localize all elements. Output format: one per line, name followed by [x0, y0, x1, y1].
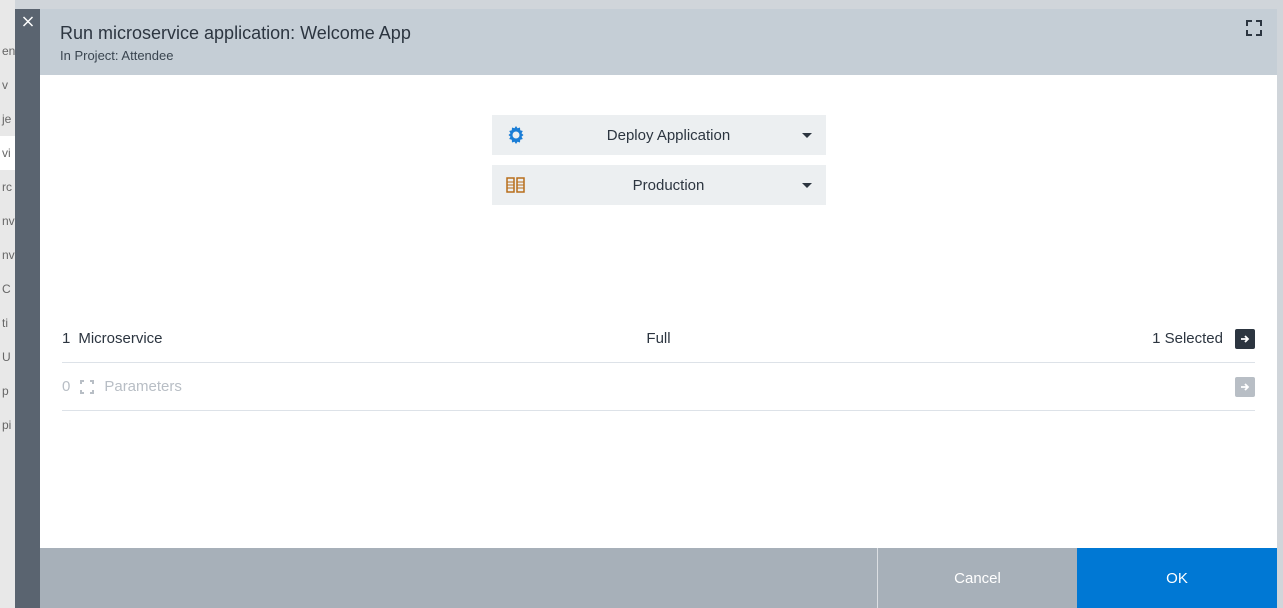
bg-nav-item: U [0, 340, 15, 374]
gear-icon [506, 125, 526, 145]
bg-nav-item: vi [0, 136, 15, 170]
bg-nav-item: rc [0, 170, 15, 204]
close-button[interactable] [22, 15, 33, 29]
background-sidebar: en v je vi rc nv nv C ti U p pi [0, 0, 15, 608]
row-left: 1 Microservice [62, 330, 163, 347]
parameters-count: 0 [62, 378, 70, 395]
bg-nav-item: v [0, 68, 15, 102]
microservice-row[interactable]: 1 Microservice Full 1 Selected [62, 315, 1255, 363]
parameters-label: Parameters [104, 378, 182, 395]
environment-dropdown[interactable]: Production [492, 165, 826, 205]
bg-nav-item: C [0, 272, 15, 306]
microservice-label: Microservice [78, 330, 162, 347]
dialog-title: Run microservice application: Welcome Ap… [60, 23, 1257, 44]
action-dropdown[interactable]: Deploy Application [492, 115, 826, 155]
dialog-sidebar-strip [15, 9, 40, 608]
dialog-subtitle: In Project: Attendee [60, 48, 1257, 63]
parameters-row[interactable]: 0 Parameters [62, 363, 1255, 411]
microservice-center: Full [646, 330, 670, 347]
bg-nav-item: je [0, 102, 15, 136]
run-dialog: Run microservice application: Welcome Ap… [40, 9, 1277, 608]
navigate-icon [1235, 377, 1255, 397]
row-left: 0 Parameters [62, 378, 182, 396]
bg-nav-item: nv [0, 204, 15, 238]
row-right: 1 Selected [1152, 329, 1255, 349]
bg-nav-item: nv [0, 238, 15, 272]
dropdown-section: Deploy Application [62, 115, 1255, 205]
cancel-button[interactable]: Cancel [877, 548, 1077, 608]
chevron-down-icon [802, 133, 812, 138]
bg-nav-item: pi [0, 408, 15, 442]
microservice-count: 1 [62, 330, 70, 347]
environment-dropdown-label: Production [536, 177, 802, 194]
action-dropdown-label: Deploy Application [536, 127, 802, 144]
list-container: 1 Microservice Full 1 Selected 0 [62, 315, 1255, 411]
bg-nav-item: ti [0, 306, 15, 340]
expand-button[interactable] [1245, 19, 1263, 42]
dialog-header: Run microservice application: Welcome Ap… [40, 9, 1277, 75]
selected-count: 1 Selected [1152, 330, 1223, 347]
row-right [1235, 377, 1255, 397]
navigate-icon [1235, 329, 1255, 349]
dialog-footer: Cancel OK [40, 548, 1277, 608]
servers-icon [506, 175, 526, 195]
brackets-icon [78, 378, 96, 396]
dialog-body: Deploy Application [40, 75, 1277, 548]
bg-nav-item: p [0, 374, 15, 408]
bg-nav-item: en [0, 34, 15, 68]
footer-spacer [40, 548, 877, 608]
ok-button[interactable]: OK [1077, 548, 1277, 608]
chevron-down-icon [802, 183, 812, 188]
bg-nav-item [0, 0, 15, 34]
